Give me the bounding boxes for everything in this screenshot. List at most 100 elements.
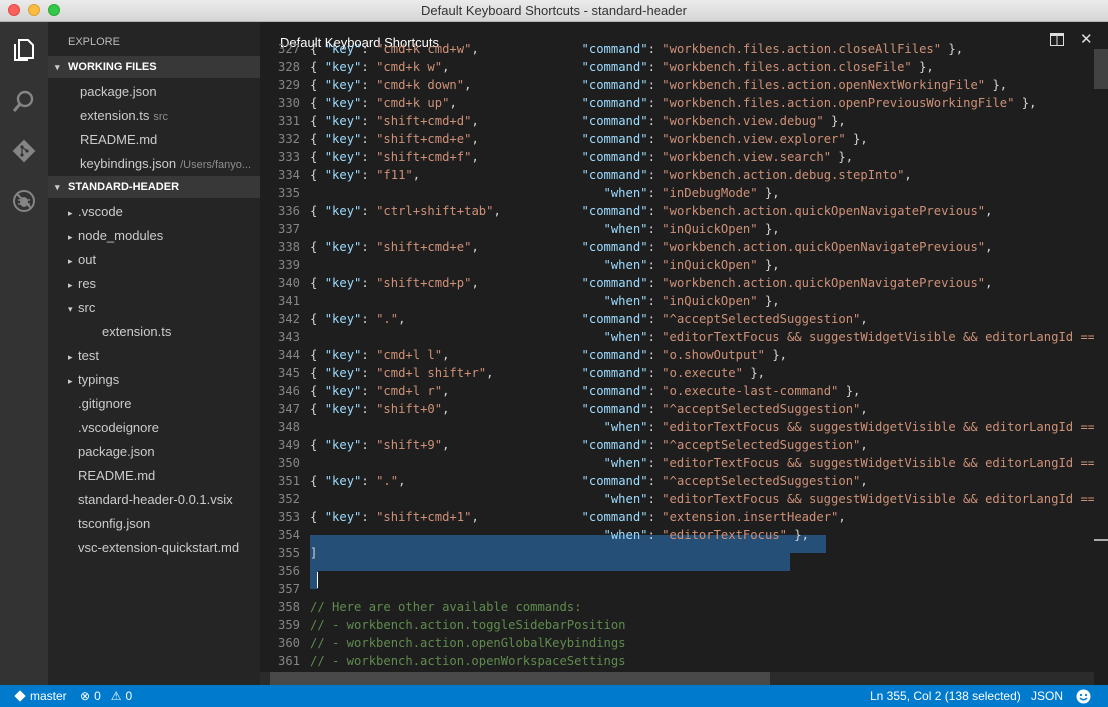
code-string: "cmd+k up" — [376, 96, 450, 110]
code-string: "cmd+k down" — [376, 78, 465, 92]
tree-item[interactable]: ▸ out — [48, 248, 260, 272]
tree-item[interactable]: ▸ test — [48, 344, 260, 368]
code-string: "shift+cmd+f" — [376, 150, 472, 164]
code-punct: : — [647, 366, 663, 380]
chevron-right-icon: ▸ — [68, 208, 73, 218]
code-punct: }, — [838, 384, 861, 398]
chevron-right-icon: ▸ — [68, 376, 73, 386]
line-text: { "key": "cmd+l shift+r", "command": "o.… — [310, 364, 765, 382]
git-icon[interactable] — [8, 135, 40, 167]
working-file-item[interactable]: README.md — [48, 128, 260, 152]
cursor-position[interactable]: Ln 355, Col 2 (138 selected) — [870, 685, 1021, 707]
tree-item[interactable]: README.md — [48, 464, 260, 488]
code-key: "command" — [581, 78, 648, 92]
vertical-scroll-thumb[interactable] — [1094, 49, 1108, 89]
tree-item[interactable]: extension.ts — [48, 320, 260, 344]
code-punct: , — [985, 276, 993, 290]
tree-item-label: package.json — [78, 444, 155, 459]
tree-item[interactable]: ▸ res — [48, 272, 260, 296]
activity-bar — [0, 22, 48, 685]
line-text: // - workbench.action.openGlobalKeybindi… — [310, 634, 626, 652]
code-punct: { — [310, 384, 325, 398]
line-number: 354 — [277, 528, 300, 542]
code-punct: : — [647, 186, 663, 200]
code-punct: : — [647, 420, 663, 434]
line-number: 352 — [277, 492, 300, 506]
line-text: { "key": "shift+cmd+d", "command": "work… — [310, 112, 846, 130]
line-number: 344 — [277, 348, 300, 362]
line-number: 333 — [277, 150, 300, 164]
git-branch-icon — [14, 690, 26, 702]
horizontal-scroll-thumb[interactable] — [270, 672, 770, 685]
code-string: "^acceptSelectedSuggestion" — [662, 438, 861, 452]
problems-item[interactable]: ⊗ 0 ⚠ 0 — [80, 685, 132, 707]
line-number: 361 — [277, 654, 300, 668]
code-string: "workbench.action.quickOpenNavigatePrevi… — [662, 204, 986, 218]
code-punct: : — [647, 114, 663, 128]
tree-item[interactable]: vsc-extension-quickstart.md — [48, 536, 260, 560]
tree-item-label: typings — [78, 372, 120, 387]
code-punct: : — [361, 132, 377, 146]
code-key: "command" — [581, 132, 648, 146]
code-key: "key" — [324, 114, 362, 128]
line-number: 360 — [277, 636, 300, 650]
code-punct: : — [361, 348, 377, 362]
working-files-header[interactable]: ▾ WORKING FILES — [48, 56, 260, 78]
line-text: { "key": "cmd+k down", "command": "workb… — [310, 76, 1007, 94]
line-text: { "key": "cmd+l l", "command": "o.showOu… — [310, 346, 787, 364]
smiley-icon[interactable] — [1076, 685, 1091, 707]
code-punct: { — [310, 132, 325, 146]
code-editor[interactable]: 327 { "key": "cmd+k cmd+w", "command": "w… — [260, 42, 1108, 685]
tree-item[interactable]: tsconfig.json — [48, 512, 260, 536]
code-line: 327 { "key": "cmd+k cmd+w", "command": "w… — [260, 40, 1108, 58]
git-branch-item[interactable]: master — [14, 685, 67, 707]
code-punct: : — [361, 438, 377, 452]
tree-item[interactable]: standard-header-0.0.1.vsix — [48, 488, 260, 512]
code-string: "workbench.files.action.openPreviousWork… — [662, 96, 1015, 110]
tree-item[interactable]: .gitignore — [48, 392, 260, 416]
tree-item[interactable]: ▸ typings — [48, 368, 260, 392]
code-punct: , — [860, 312, 868, 326]
search-icon[interactable] — [8, 85, 40, 117]
code-string: "^acceptSelectedSuggestion" — [662, 402, 861, 416]
vertical-scrollbar[interactable] — [1094, 49, 1108, 685]
code-line: 331 { "key": "shift+cmd+d", "command": "w… — [260, 112, 1108, 130]
language-mode[interactable]: JSON — [1031, 685, 1063, 707]
code-line: 348 "when": "editorTextFocus && suggestW… — [260, 418, 1108, 436]
working-file-item[interactable]: keybindings.json/Users/fanyo... — [48, 152, 260, 176]
code-key: "key" — [324, 438, 362, 452]
code-line: 358 // Here are other available commands: — [260, 598, 1108, 616]
code-key: "when" — [603, 258, 648, 272]
code-punct: , — [471, 42, 479, 56]
tree-item[interactable]: ▾ src — [48, 296, 260, 320]
tree-item[interactable]: package.json — [48, 440, 260, 464]
explorer-title: EXPLORE — [68, 36, 120, 48]
code-line: 340 { "key": "shift+cmd+p", "command": "w… — [260, 274, 1108, 292]
line-text: { "key": "shift+0", "command": "^acceptS… — [310, 400, 868, 418]
tree-item[interactable]: ▸ node_modules — [48, 224, 260, 248]
horizontal-scrollbar[interactable] — [260, 672, 1094, 685]
line-number: 349 — [277, 438, 300, 452]
code-line: 343 "when": "editorTextFocus && suggestW… — [260, 328, 1108, 346]
working-file-item[interactable]: extension.ts src — [48, 104, 260, 128]
code-string: "workbench.view.debug" — [662, 114, 824, 128]
line-text: // Here are other available commands: — [310, 598, 582, 616]
code-punct: : — [647, 474, 663, 488]
debug-icon[interactable] — [8, 185, 40, 217]
code-key: "command" — [581, 438, 648, 452]
files-icon[interactable] — [8, 34, 40, 66]
tree-item[interactable]: ▸ .vscode — [48, 200, 260, 224]
code-key: "key" — [324, 42, 362, 56]
code-line: 341 "when": "inQuickOpen" }, — [260, 292, 1108, 310]
tree-item[interactable]: .vscodeignore — [48, 416, 260, 440]
code-punct: : — [647, 528, 663, 542]
line-text: "when": "inDebugMode" }, — [310, 184, 780, 202]
code-line: 346 { "key": "cmd+l r", "command": "o.exe… — [260, 382, 1108, 400]
working-file-item[interactable]: package.json — [48, 80, 260, 104]
line-text: { "key": "shift+9", "command": "^acceptS… — [310, 436, 868, 454]
project-header[interactable]: ▾ STANDARD-HEADER — [48, 176, 260, 198]
